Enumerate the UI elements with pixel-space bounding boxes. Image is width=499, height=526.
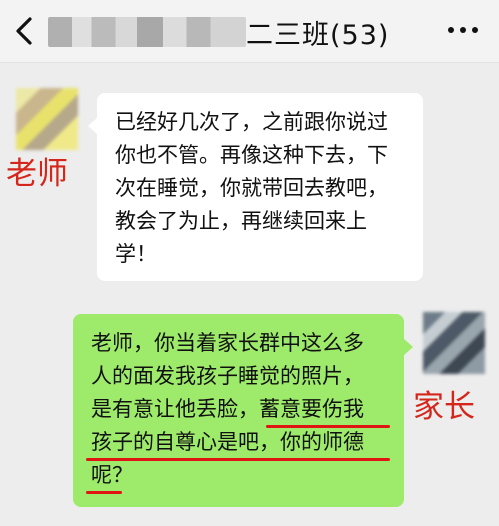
message-line: 人的面发我孩子睡觉的照片，	[91, 364, 364, 388]
message-line: 老师，你当着家长群中这么多	[91, 331, 364, 355]
parent-avatar[interactable]	[423, 312, 485, 374]
red-underline	[266, 425, 390, 428]
message-line: 孩子的自尊心是吧，你的师德	[91, 430, 364, 454]
blurred-group-name	[48, 17, 246, 47]
message-line: 学！	[115, 242, 157, 266]
chat-title: 二三班(53)	[246, 20, 390, 51]
message-line: 呢？	[91, 463, 133, 487]
more-dots-icon[interactable]	[445, 12, 481, 48]
message-line: 次在睡觉，你就带回去教吧，	[115, 176, 388, 200]
teacher-avatar[interactable]	[16, 88, 78, 150]
message-line: 你也不管。再像这种下去，下	[115, 143, 388, 167]
red-underline	[86, 491, 122, 494]
message-line: 教会了为止，再继续回来上	[115, 209, 367, 233]
back-chevron-icon[interactable]	[12, 16, 36, 46]
teacher-message-bubble[interactable]: 已经好几次了，之前跟你说过 你也不管。再像这种下去，下 次在睡觉，你就带回去教吧…	[88, 93, 423, 281]
red-underline	[86, 458, 390, 461]
message-line: 是有意让他丢脸，蓄意要伤我	[91, 397, 364, 421]
message-line: 已经好几次了，之前跟你说过	[115, 110, 388, 134]
parent-message-bubble[interactable]: 老师，你当着家长群中这么多 人的面发我孩子睡觉的照片， 是有意让他丢脸，蓄意要伤…	[73, 314, 413, 507]
teacher-annotation-label: 老师	[6, 156, 68, 192]
parent-annotation-label: 家长	[413, 389, 475, 425]
chat-header: 二三班(53)	[0, 0, 499, 63]
